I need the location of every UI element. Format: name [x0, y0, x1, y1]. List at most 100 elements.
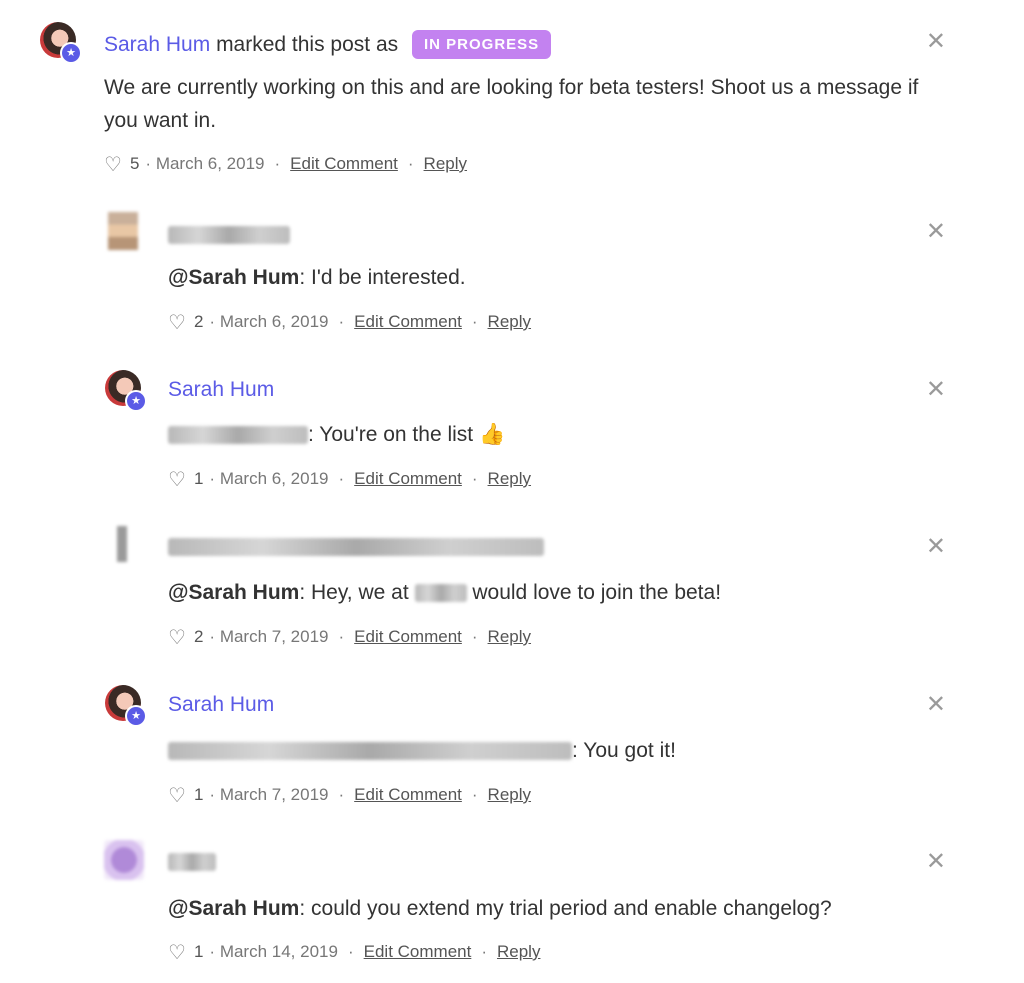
redacted-text — [168, 538, 544, 556]
edit-comment-link[interactable]: Edit Comment — [364, 942, 472, 962]
close-icon[interactable]: ✕ — [926, 692, 946, 716]
comment-text: : You got it! — [572, 739, 676, 762]
status-line: Sarah Hum marked this post as IN PROGRES… — [104, 30, 552, 59]
redacted-company — [414, 584, 467, 603]
star-badge-icon: ★ — [125, 390, 147, 412]
meta-dot: · — [209, 312, 216, 331]
comment-body: We are currently working on this and are… — [104, 76, 919, 132]
close-icon[interactable]: ✕ — [926, 377, 946, 401]
heart-icon[interactable]: ♡ — [168, 783, 186, 807]
meta-dot: · — [209, 627, 216, 646]
meta-dot: · — [209, 469, 216, 488]
comment-date: March 6, 2019 — [155, 154, 265, 173]
meta-dot: · — [471, 627, 478, 646]
author-name[interactable]: Sarah Hum — [104, 33, 210, 56]
meta-dot: · — [209, 942, 216, 961]
author-name-redacted — [168, 226, 290, 244]
status-badge: IN PROGRESS — [412, 30, 552, 59]
avatar[interactable] — [110, 526, 134, 562]
comment-text: : You're on the list — [308, 423, 474, 446]
heart-icon[interactable]: ♡ — [168, 310, 186, 334]
close-icon[interactable]: ✕ — [926, 219, 946, 243]
avatar[interactable]: ★ — [105, 685, 147, 727]
avatar[interactable]: ★ — [105, 370, 147, 412]
like-count: 1 — [193, 785, 204, 804]
comment-text: : I'd be interested. — [299, 266, 466, 289]
star-badge-icon: ★ — [125, 705, 147, 727]
meta-dot: · — [338, 627, 345, 646]
reply-link[interactable]: Reply — [488, 627, 531, 647]
close-icon[interactable]: ✕ — [926, 29, 946, 53]
avatar[interactable] — [104, 840, 144, 880]
heart-icon[interactable]: ♡ — [104, 152, 122, 176]
edit-comment-link[interactable]: Edit Comment — [290, 154, 398, 174]
action-text: marked this post as — [216, 33, 399, 56]
comment-body: @Sarah Hum: could you extend my trial pe… — [168, 892, 832, 925]
meta-dot: · — [338, 312, 345, 331]
redacted-text — [168, 853, 216, 871]
reply-link[interactable]: Reply — [488, 312, 531, 332]
thumbs-up-icon: 👍 — [478, 422, 506, 446]
meta-dot: · — [407, 154, 414, 173]
edit-comment-link[interactable]: Edit Comment — [354, 312, 462, 332]
edit-comment-link[interactable]: Edit Comment — [354, 627, 462, 647]
like-count: 2 — [193, 312, 204, 331]
meta-dot: · — [471, 785, 478, 804]
like-count: 1 — [193, 942, 204, 961]
reply-link[interactable]: Reply — [488, 785, 531, 805]
redacted-text — [168, 226, 290, 244]
edit-comment-link[interactable]: Edit Comment — [354, 469, 462, 489]
heart-icon[interactable]: ♡ — [168, 467, 186, 491]
comment-text: would love to join the beta! — [472, 581, 722, 604]
author-name[interactable]: Sarah Hum — [168, 378, 274, 402]
comment-meta: ♡ 1 · March 6, 2019 · Edit Comment · Rep… — [168, 467, 531, 491]
heart-icon[interactable]: ♡ — [168, 940, 186, 964]
author-name[interactable]: Sarah Hum — [168, 693, 274, 717]
comment-date: March 7, 2019 — [219, 785, 329, 804]
meta-dot: · — [209, 785, 216, 804]
author-name-redacted — [168, 538, 544, 556]
meta-dot: · — [274, 154, 281, 173]
like-count: 2 — [193, 627, 204, 646]
redacted-mention — [168, 742, 572, 761]
comment-meta: ♡ 1 · March 14, 2019 · Edit Comment · Re… — [168, 940, 540, 964]
comment-body: @Sarah Hum: Hey, we at would love to joi… — [168, 576, 721, 609]
author-name-redacted — [168, 853, 216, 871]
reply-link[interactable]: Reply — [497, 942, 540, 962]
heart-icon[interactable]: ♡ — [168, 625, 186, 649]
mention[interactable]: @Sarah Hum — [168, 581, 299, 604]
comment-date: March 14, 2019 — [219, 942, 338, 961]
avatar[interactable] — [108, 212, 138, 250]
comment-meta: ♡ 5 · March 6, 2019 · Edit Comment · Rep… — [104, 152, 467, 176]
meta-dot: · — [338, 469, 345, 488]
close-icon[interactable]: ✕ — [926, 534, 946, 558]
comment-text: : could you extend my trial period and e… — [299, 897, 832, 920]
comment-date: March 6, 2019 — [219, 312, 329, 331]
edit-comment-link[interactable]: Edit Comment — [354, 785, 462, 805]
comment-text: : Hey, we at — [299, 581, 409, 604]
reply-link[interactable]: Reply — [488, 469, 531, 489]
meta-dot: · — [481, 942, 487, 961]
meta-dot: · — [145, 154, 152, 173]
comment-meta: ♡ 2 · March 6, 2019 · Edit Comment · Rep… — [168, 310, 531, 334]
comment-date: March 7, 2019 — [219, 627, 329, 646]
comment-body: @Sarah Hum: I'd be interested. — [168, 261, 466, 294]
meta-dot: · — [471, 469, 478, 488]
star-badge-icon: ★ — [60, 42, 82, 64]
like-count: 5 — [129, 154, 140, 173]
avatar[interactable]: ★ — [40, 22, 82, 64]
meta-dot: · — [347, 942, 354, 961]
meta-dot: · — [338, 785, 345, 804]
comment-body: : You got it! — [168, 734, 676, 767]
comment-date: March 6, 2019 — [219, 469, 329, 488]
comment-body: : You're on the list 👍 — [168, 418, 505, 451]
comment-meta: ♡ 2 · March 7, 2019 · Edit Comment · Rep… — [168, 625, 531, 649]
mention[interactable]: @Sarah Hum — [168, 266, 299, 289]
comment-meta: ♡ 1 · March 7, 2019 · Edit Comment · Rep… — [168, 783, 531, 807]
meta-dot: · — [471, 312, 478, 331]
redacted-mention — [168, 426, 308, 445]
like-count: 1 — [193, 469, 204, 488]
close-icon[interactable]: ✕ — [926, 849, 946, 873]
reply-link[interactable]: Reply — [424, 154, 467, 174]
mention[interactable]: @Sarah Hum — [168, 897, 299, 920]
